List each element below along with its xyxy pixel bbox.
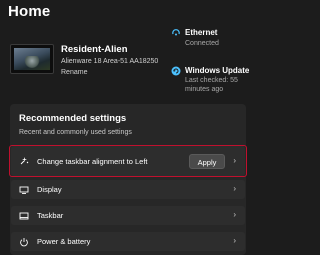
- highlight-outline: [9, 145, 247, 177]
- chevron-right-icon: ›: [233, 210, 236, 219]
- windows-update-last-checked: Last checked: 55: [185, 77, 238, 84]
- windows-update-icon: [171, 66, 181, 76]
- recommended-item-power[interactable]: Power & battery ›: [11, 232, 245, 251]
- power-icon: [20, 238, 28, 247]
- rename-link[interactable]: Rename: [61, 69, 87, 76]
- recommended-subtitle: Recent and commonly used settings: [19, 129, 132, 136]
- page-title: Home: [8, 3, 51, 20]
- chevron-right-icon: ›: [233, 236, 236, 245]
- recommended-title: Recommended settings: [19, 113, 127, 124]
- device-thumbnail: [10, 44, 54, 74]
- recommended-item-label: Power & battery: [37, 237, 91, 246]
- recommended-item-taskbar[interactable]: Taskbar ›: [11, 206, 245, 225]
- display-icon: [19, 186, 29, 194]
- recommended-item-display[interactable]: Display ›: [11, 180, 245, 199]
- windows-update-title[interactable]: Windows Update: [185, 66, 249, 75]
- ethernet-title[interactable]: Ethernet: [185, 28, 217, 37]
- taskbar-icon: [19, 212, 29, 220]
- wallpaper-preview: [14, 48, 50, 70]
- recommended-item-label: Taskbar: [37, 211, 64, 220]
- windows-update-last-checked-2: minutes ago: [185, 86, 224, 93]
- device-model: Alienware 18 Area-51 AA18250: [61, 58, 159, 65]
- settings-home-page: Home Resident-Alien Alienware 18 Area-51…: [0, 0, 250, 255]
- ethernet-icon: [172, 29, 180, 36]
- ethernet-status: Connected: [185, 40, 219, 47]
- chevron-right-icon: ›: [233, 184, 236, 193]
- recommended-item-label: Display: [37, 185, 62, 194]
- device-name: Resident-Alien: [61, 44, 128, 55]
